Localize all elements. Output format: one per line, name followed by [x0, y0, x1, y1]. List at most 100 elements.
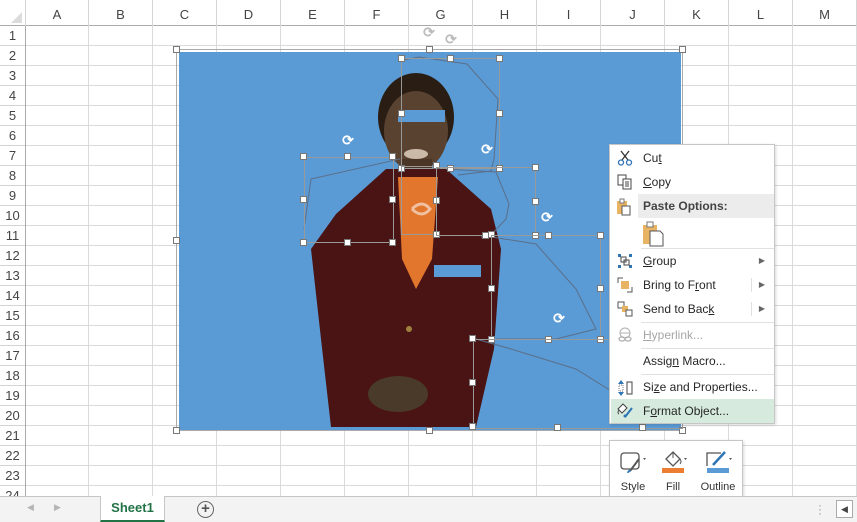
column-header[interactable]: F [345, 0, 409, 26]
horizontal-scroll-left-button[interactable]: ◀ [836, 500, 853, 518]
row-header[interactable]: 3 [0, 66, 25, 86]
row-header[interactable]: 12 [0, 246, 25, 266]
submenu-arrow-icon[interactable]: ▶ [759, 297, 765, 321]
resize-handle[interactable] [389, 239, 396, 246]
resize-handle[interactable] [447, 55, 454, 62]
row-header[interactable]: 21 [0, 426, 25, 446]
resize-handle[interactable] [398, 110, 405, 117]
resize-handle[interactable] [469, 379, 476, 386]
rotate-handle-icon[interactable]: ⟳ [444, 32, 458, 46]
add-sheet-button[interactable]: + [197, 501, 214, 518]
rotate-handle-icon[interactable]: ⟳ [422, 25, 436, 39]
column-header[interactable]: B [89, 0, 153, 26]
resize-handle[interactable] [300, 239, 307, 246]
row-header[interactable]: 24 [0, 486, 25, 496]
resize-handle[interactable] [496, 55, 503, 62]
paste-option-keep-source-button[interactable] [641, 221, 665, 247]
row-header[interactable]: 4 [0, 86, 25, 106]
row-header[interactable]: 11 [0, 226, 25, 246]
row-header[interactable]: 23 [0, 466, 25, 486]
resize-handle[interactable] [426, 427, 433, 434]
row-header[interactable]: 7 [0, 146, 25, 166]
row-header[interactable]: 5 [0, 106, 25, 126]
column-header[interactable]: M [793, 0, 857, 26]
shape-selection-frame [436, 167, 536, 236]
resize-handle[interactable] [545, 232, 552, 239]
resize-handle[interactable] [300, 196, 307, 203]
column-header[interactable]: J [601, 0, 665, 26]
send-to-back-icon [616, 301, 634, 317]
resize-handle[interactable] [554, 424, 561, 431]
resize-handle[interactable] [469, 423, 476, 430]
row-header[interactable]: 10 [0, 206, 25, 226]
menu-item-format-object[interactable]: Format Object... [611, 399, 774, 423]
column-header[interactable]: K [665, 0, 729, 26]
row-header[interactable]: 16 [0, 326, 25, 346]
submenu-arrow-icon[interactable]: ▶ [759, 273, 765, 297]
sheet-tab-sheet1[interactable]: Sheet1 [100, 496, 165, 522]
menu-item-size-and-properties[interactable]: Size and Properties... [611, 375, 774, 399]
resize-handle[interactable] [488, 285, 495, 292]
scroll-tabs-right-icon[interactable]: ▶ [54, 502, 61, 513]
row-header[interactable]: 8 [0, 166, 25, 186]
column-header[interactable]: H [473, 0, 537, 26]
column-header[interactable]: C [153, 0, 217, 26]
scroll-tabs-left-icon[interactable]: ◀ [27, 502, 34, 513]
select-all-corner[interactable] [0, 0, 26, 26]
resize-handle[interactable] [469, 335, 476, 342]
resize-handle[interactable] [679, 46, 686, 53]
menu-item-cut[interactable]: Cut [611, 146, 774, 170]
rotate-handle-icon[interactable]: ⟳ [341, 133, 355, 147]
row-header[interactable]: 14 [0, 286, 25, 306]
column-header[interactable]: D [217, 0, 281, 26]
rotate-handle-icon[interactable]: ⟳ [540, 210, 554, 224]
menu-item-bring-to-front[interactable]: Bring to Front ▶ [611, 273, 774, 297]
resize-handle[interactable] [389, 153, 396, 160]
selected-picture[interactable]: ⟳ ⟳ ⟳ ⟳ ⟳ ⟳ [173, 25, 686, 434]
tab-split-handle[interactable]: · · · [818, 499, 822, 519]
rotate-handle-icon[interactable]: ⟳ [552, 311, 566, 325]
row-header[interactable]: 17 [0, 346, 25, 366]
outline-button[interactable]: Outline [695, 445, 741, 499]
resize-handle[interactable] [389, 196, 396, 203]
resize-handle[interactable] [344, 153, 351, 160]
resize-handle[interactable] [398, 55, 405, 62]
resize-handle[interactable] [597, 285, 604, 292]
fill-color-swatch [662, 468, 684, 473]
column-header[interactable]: G [409, 0, 473, 26]
menu-item-copy[interactable]: Copy [611, 170, 774, 194]
row-header[interactable]: 22 [0, 446, 25, 466]
row-header[interactable]: 1 [0, 26, 25, 46]
row-header[interactable]: 19 [0, 386, 25, 406]
resize-handle[interactable] [173, 46, 180, 53]
resize-handle[interactable] [639, 424, 646, 431]
column-header[interactable]: A [26, 0, 89, 26]
row-header[interactable]: 13 [0, 266, 25, 286]
column-header[interactable]: I [537, 0, 601, 26]
row-header[interactable]: 20 [0, 406, 25, 426]
menu-item-group[interactable]: Group ▶ [611, 249, 774, 273]
rotate-handle-icon[interactable]: ⟳ [480, 142, 494, 156]
resize-handle[interactable] [173, 237, 180, 244]
resize-handle[interactable] [532, 198, 539, 205]
column-header[interactable]: L [729, 0, 793, 26]
resize-handle[interactable] [173, 427, 180, 434]
menu-item-send-to-back[interactable]: Send to Back ▶ [611, 297, 774, 321]
row-header[interactable]: 18 [0, 366, 25, 386]
style-button[interactable]: Style [612, 445, 654, 499]
row-header[interactable]: 9 [0, 186, 25, 206]
resize-handle[interactable] [597, 232, 604, 239]
column-header[interactable]: E [281, 0, 345, 26]
group-icon [616, 253, 634, 269]
menu-item-hyperlink[interactable]: Hyperlink... [611, 323, 774, 347]
row-header[interactable]: 15 [0, 306, 25, 326]
row-header[interactable]: 6 [0, 126, 25, 146]
resize-handle[interactable] [426, 46, 433, 53]
resize-handle[interactable] [300, 153, 307, 160]
resize-handle[interactable] [532, 164, 539, 171]
row-header[interactable]: 2 [0, 46, 25, 66]
menu-item-assign-macro[interactable]: Assign Macro... [611, 349, 774, 373]
fill-button[interactable]: Fill [652, 445, 694, 499]
resize-handle[interactable] [344, 239, 351, 246]
resize-handle[interactable] [496, 110, 503, 117]
